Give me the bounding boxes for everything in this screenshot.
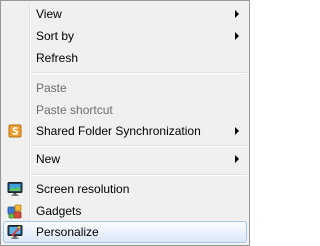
menu-item-shared-folder-synchronization[interactable]: Shared Folder Synchronization bbox=[3, 120, 247, 142]
menu-item-screen-resolution[interactable]: Screen resolution bbox=[3, 178, 247, 200]
menu-item-label: New bbox=[36, 152, 61, 166]
submenu-arrow-icon bbox=[235, 10, 239, 18]
menu-item-view[interactable]: View bbox=[3, 3, 247, 25]
submenu-arrow-icon bbox=[235, 127, 239, 135]
desktop-context-menu: View Sort by Refresh Paste Paste shortcu… bbox=[0, 0, 250, 246]
menu-separator bbox=[32, 72, 247, 74]
menu-item-label: Paste shortcut bbox=[36, 103, 113, 117]
menu-item-refresh[interactable]: Refresh bbox=[3, 47, 247, 69]
menu-item-personalize[interactable]: Personalize bbox=[3, 221, 247, 243]
submenu-arrow-icon bbox=[235, 32, 239, 40]
menu-separator bbox=[32, 145, 247, 147]
menu-item-label: Shared Folder Synchronization bbox=[36, 124, 201, 138]
menu-item-label: Gadgets bbox=[36, 204, 82, 218]
submenu-arrow-icon bbox=[235, 155, 239, 163]
menu-item-label: Refresh bbox=[36, 51, 79, 65]
shared-folder-sync-icon bbox=[7, 123, 23, 139]
menu-item-paste-shortcut: Paste shortcut bbox=[3, 99, 247, 121]
menu-item-gadgets[interactable]: Gadgets bbox=[3, 200, 247, 222]
menu-item-label: Sort by bbox=[36, 29, 75, 43]
menu-item-label: Personalize bbox=[36, 225, 99, 239]
gadgets-icon bbox=[7, 203, 23, 219]
screen-resolution-icon bbox=[7, 181, 23, 197]
menu-item-label: Paste bbox=[36, 81, 67, 95]
menu-item-sort-by[interactable]: Sort by bbox=[3, 25, 247, 47]
menu-item-paste: Paste bbox=[3, 77, 247, 99]
menu-item-label: Screen resolution bbox=[36, 182, 130, 196]
menu-item-new[interactable]: New bbox=[3, 148, 247, 170]
menu-separator bbox=[32, 174, 247, 176]
menu-item-label: View bbox=[36, 7, 62, 21]
personalize-icon bbox=[7, 224, 23, 240]
